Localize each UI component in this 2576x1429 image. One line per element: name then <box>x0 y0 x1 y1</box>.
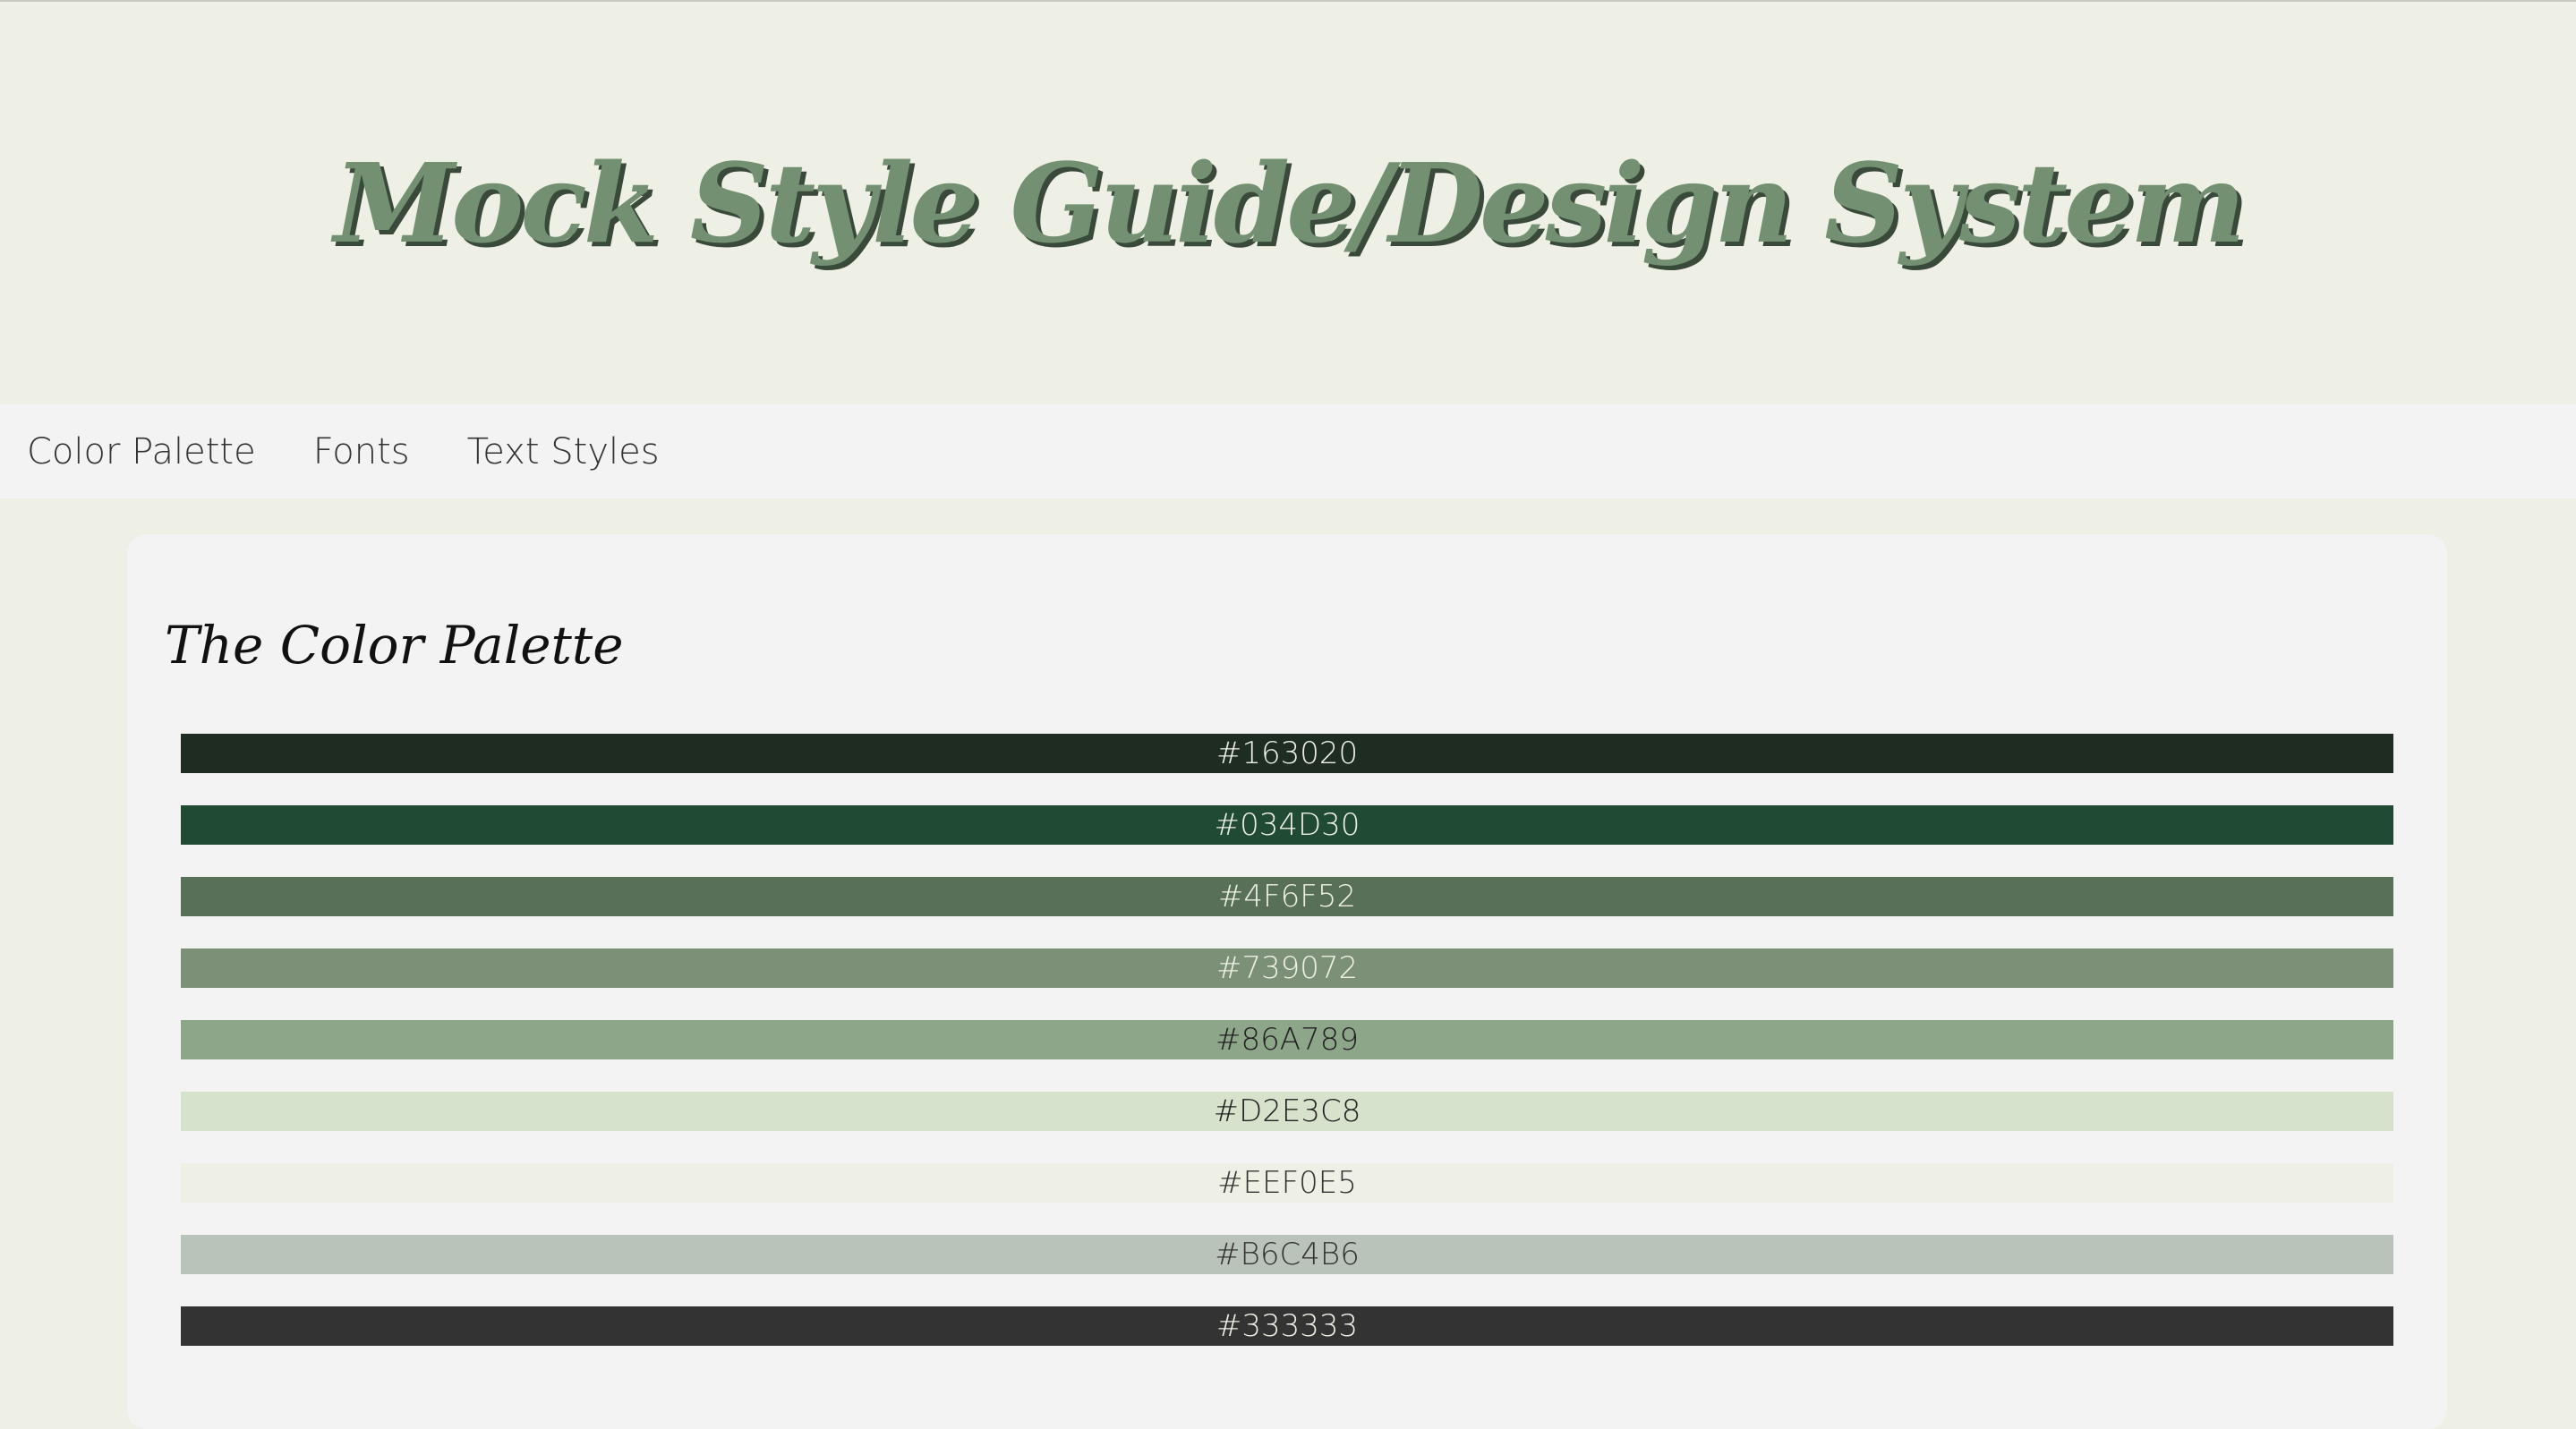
main-nav: Color Palette Fonts Text Styles <box>0 404 2576 498</box>
color-swatch-eef0e5: #EEF0E5 <box>181 1163 2393 1203</box>
color-swatch-d2e3c8: #D2E3C8 <box>181 1092 2393 1131</box>
color-swatch-b6c4b6: #B6C4B6 <box>181 1235 2393 1274</box>
color-swatch-333333: #333333 <box>181 1306 2393 1346</box>
color-swatch-4f6f52: #4F6F52 <box>181 877 2393 916</box>
color-swatch-739072: #739072 <box>181 948 2393 988</box>
section-title: The Color Palette <box>165 615 624 676</box>
site-title: Mock Style Guide/Design System <box>334 139 2246 268</box>
color-swatch-86a789: #86A789 <box>181 1020 2393 1059</box>
color-swatch-163020: #163020 <box>181 734 2393 773</box>
site-header: Mock Style Guide/Design System <box>0 2 2576 404</box>
nav-link-fonts[interactable]: Fonts <box>313 431 410 472</box>
nav-link-color-palette[interactable]: Color Palette <box>27 431 256 472</box>
nav-link-text-styles[interactable]: Text Styles <box>467 431 660 472</box>
color-swatch-034d30: #034D30 <box>181 805 2393 845</box>
color-palette-panel: The Color Palette #163020 #034D30 #4F6F5… <box>127 534 2447 1429</box>
